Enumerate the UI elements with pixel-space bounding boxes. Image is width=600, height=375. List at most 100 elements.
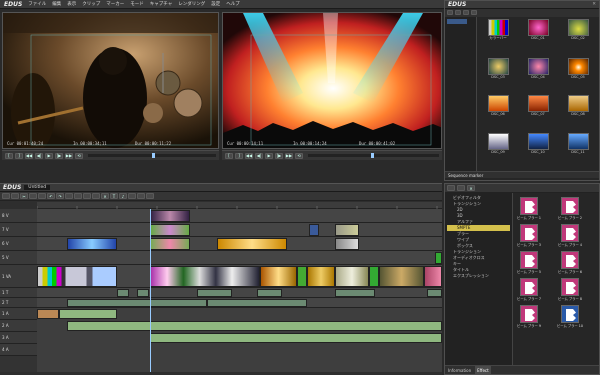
tl-razor-icon[interactable] bbox=[92, 193, 100, 199]
recorder-rewind-icon[interactable]: ◀◀ bbox=[245, 152, 253, 159]
tl-mixer-icon[interactable] bbox=[128, 193, 136, 199]
bin-clip[interactable]: DSC_11 bbox=[559, 132, 597, 170]
effect-item[interactable]: ビーム ブラー 4 bbox=[557, 224, 583, 247]
playhead[interactable] bbox=[150, 209, 151, 372]
timeline-clip[interactable] bbox=[297, 266, 307, 287]
bin-root-folder[interactable] bbox=[447, 19, 467, 24]
timeline-clip[interactable] bbox=[37, 309, 59, 319]
bin-clip[interactable]: カラーバー bbox=[479, 19, 517, 57]
menu-help[interactable]: ヘルプ bbox=[226, 1, 240, 7]
effect-item[interactable]: ビーム ブラー 2 bbox=[557, 197, 583, 220]
bin-clip[interactable]: DSC_09 bbox=[479, 132, 517, 170]
timeline-clip[interactable] bbox=[150, 333, 442, 343]
timeline-clip[interactable] bbox=[117, 289, 129, 297]
effect-item[interactable]: ビーム ブラー 9 bbox=[516, 305, 542, 328]
tree-item[interactable]: エクスプレッション bbox=[447, 273, 510, 279]
tl-render-icon[interactable] bbox=[146, 193, 154, 199]
timeline-clip[interactable] bbox=[335, 266, 369, 287]
effect-item[interactable]: ビーム ブラー 10 bbox=[557, 305, 583, 328]
player-monitor[interactable]: Cur 00:01:40;24 In 00:00:34;11 Dur 00:00… bbox=[2, 12, 219, 149]
bin-folder-icon[interactable] bbox=[447, 10, 453, 15]
track-header-va1[interactable]: 1 VA bbox=[0, 265, 37, 288]
bin-clip[interactable]: DSC_02 bbox=[559, 19, 597, 57]
track-header-a2[interactable]: 2 A bbox=[0, 320, 37, 332]
track-header-t1[interactable]: 1 T bbox=[0, 288, 37, 298]
effect-item[interactable]: ビーム ブラー 5 bbox=[516, 251, 542, 274]
track-header-v7[interactable]: 7 V bbox=[0, 223, 37, 237]
player-step-fwd-icon[interactable]: |▶ bbox=[55, 152, 63, 159]
timeline-clip[interactable] bbox=[150, 210, 190, 222]
effect-item[interactable]: ビーム ブラー 1 bbox=[516, 197, 542, 220]
menu-clip[interactable]: クリップ bbox=[82, 1, 100, 7]
recorder-in-button[interactable]: [ bbox=[225, 152, 233, 159]
player-shuttle-slider[interactable] bbox=[88, 153, 216, 158]
tl-sync-icon[interactable] bbox=[74, 193, 82, 199]
timeline-clip[interactable] bbox=[309, 224, 319, 236]
track-header-v8[interactable]: 8 V bbox=[0, 209, 37, 223]
track-header-t2[interactable]: 2 T bbox=[0, 298, 37, 308]
fx-apply-icon[interactable] bbox=[457, 185, 465, 191]
recorder-out-button[interactable]: ] bbox=[235, 152, 243, 159]
tl-redo-icon[interactable]: ↷ bbox=[56, 193, 64, 199]
bin-clip[interactable]: DSC_08 bbox=[559, 95, 597, 132]
recorder-monitor[interactable]: Cur 00:00:14;11 In 00:00:14;24 Dur 00:00… bbox=[222, 12, 442, 149]
track-header-a1[interactable]: 1 A bbox=[0, 308, 37, 320]
bin-clip[interactable]: DSC_04 bbox=[519, 57, 557, 95]
recorder-step-fwd-icon[interactable]: |▶ bbox=[275, 152, 283, 159]
timeline-clip[interactable] bbox=[67, 299, 207, 307]
player-play-icon[interactable]: ▶ bbox=[45, 152, 53, 159]
tl-cut-icon[interactable]: ✂ bbox=[20, 193, 28, 199]
recorder-loop-icon[interactable]: ⟲ bbox=[295, 152, 303, 159]
timeline-clip[interactable] bbox=[59, 309, 117, 319]
bin-clip[interactable]: DSC_03 bbox=[479, 57, 517, 95]
track-header-v6[interactable]: 6 V bbox=[0, 237, 37, 251]
timeline-clip[interactable] bbox=[150, 266, 260, 287]
timeline-clip[interactable] bbox=[67, 321, 442, 331]
bin-footer-tab[interactable]: Sequence marker bbox=[445, 171, 599, 178]
timeline-clip[interactable] bbox=[137, 289, 149, 297]
bin-delete-icon[interactable] bbox=[471, 10, 477, 15]
tab-information[interactable]: Information bbox=[448, 366, 471, 374]
menu-marker[interactable]: マーカー bbox=[106, 1, 124, 7]
bin-new-icon[interactable] bbox=[455, 10, 461, 15]
timeline-clip[interactable] bbox=[369, 266, 379, 287]
tl-ripple-icon[interactable] bbox=[65, 193, 73, 199]
track-area[interactable] bbox=[37, 209, 442, 372]
tl-marker-icon[interactable] bbox=[83, 193, 91, 199]
timeline-clip[interactable] bbox=[67, 238, 117, 250]
tl-export-icon[interactable] bbox=[137, 193, 145, 199]
track-header-v5[interactable]: 5 V bbox=[0, 251, 37, 265]
menu-view[interactable]: 表示 bbox=[67, 1, 76, 7]
effect-item[interactable]: ビーム ブラー 6 bbox=[557, 251, 583, 274]
tl-audio-icon[interactable]: ♪ bbox=[119, 193, 127, 199]
player-out-button[interactable]: ] bbox=[15, 152, 23, 159]
player-rewind-icon[interactable]: ◀◀ bbox=[25, 152, 33, 159]
tl-delete-icon[interactable]: ✕ bbox=[101, 193, 109, 199]
recorder-step-back-icon[interactable]: ◀| bbox=[255, 152, 263, 159]
menu-capture[interactable]: キャプチャ bbox=[150, 1, 172, 7]
tl-paste-icon[interactable] bbox=[38, 193, 46, 199]
tl-open-icon[interactable] bbox=[2, 193, 10, 199]
tl-title-icon[interactable]: T bbox=[110, 193, 118, 199]
effect-item[interactable]: ビーム ブラー 3 bbox=[516, 224, 542, 247]
timeline-clip[interactable] bbox=[435, 252, 442, 264]
timeline-clip[interactable] bbox=[260, 266, 297, 287]
timeline-clip[interactable] bbox=[427, 289, 442, 297]
bin-close-icon[interactable]: ✕ bbox=[592, 2, 596, 7]
timeline-clip[interactable] bbox=[197, 289, 232, 297]
timeline-clip[interactable] bbox=[37, 266, 117, 287]
timeline-clip[interactable] bbox=[150, 238, 190, 250]
player-step-back-icon[interactable]: ◀| bbox=[35, 152, 43, 159]
tl-undo-icon[interactable]: ↶ bbox=[47, 193, 55, 199]
sequence-name-field[interactable]: Untitled bbox=[24, 185, 51, 190]
player-in-button[interactable]: [ bbox=[5, 152, 13, 159]
bin-search-icon[interactable] bbox=[463, 10, 469, 15]
track-header-a3[interactable]: 3 A bbox=[0, 332, 37, 344]
bin-clip[interactable]: DSC_06 bbox=[479, 95, 517, 132]
tab-effect[interactable]: Effect bbox=[475, 366, 491, 374]
effect-item[interactable]: ビーム ブラー 8 bbox=[557, 278, 583, 301]
timeline-clip[interactable] bbox=[207, 299, 307, 307]
fx-folder-icon[interactable] bbox=[447, 185, 455, 191]
timeline-clip[interactable] bbox=[335, 238, 359, 250]
timeline-clip[interactable] bbox=[379, 266, 424, 287]
